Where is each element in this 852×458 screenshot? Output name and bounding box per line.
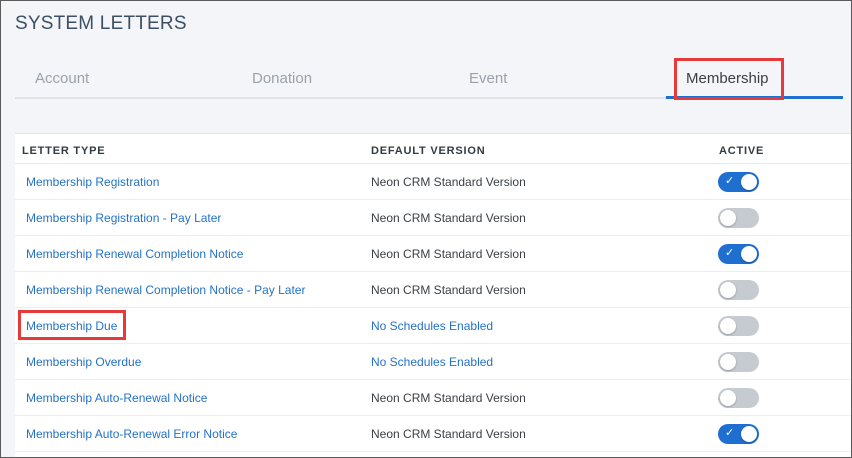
default-version: Neon CRM Standard Version	[371, 247, 526, 261]
table-row: Membership Registration - Pay Later Neon…	[15, 200, 851, 236]
table-row: Membership Overdue No Schedules Enabled …	[15, 344, 851, 380]
table-row: Membership Auto-Renewal Error Notice Neo…	[15, 416, 851, 452]
default-version: Neon CRM Standard Version	[371, 427, 526, 441]
letter-type-link[interactable]: Membership Auto-Renewal Notice	[26, 391, 207, 405]
default-version: Neon CRM Standard Version	[371, 283, 526, 297]
letter-type-link[interactable]: Membership Overdue	[26, 355, 141, 369]
app-frame: SYSTEM LETTERS Account Donation Event Me…	[0, 0, 852, 458]
default-version: Neon CRM Standard Version	[371, 211, 526, 225]
table-row: Membership Renewal Completion Notice - P…	[15, 272, 851, 308]
default-version[interactable]: No Schedules Enabled	[371, 319, 493, 333]
active-toggle[interactable]: ✓	[718, 208, 759, 228]
toggle-knob	[720, 318, 736, 334]
letter-type-link[interactable]: Membership Registration - Pay Later	[26, 211, 221, 225]
active-toggle[interactable]: ✓	[718, 316, 759, 336]
page-title: SYSTEM LETTERS	[15, 13, 187, 34]
letter-type-link[interactable]: Membership Registration	[26, 175, 159, 189]
toggle-knob	[741, 246, 757, 262]
tab-bar: Account Donation Event Membership	[15, 57, 843, 99]
default-version: Neon CRM Standard Version	[371, 391, 526, 405]
table-row: Membership Auto-Renewal Notice Neon CRM …	[15, 380, 851, 416]
active-toggle[interactable]: ✓	[718, 388, 759, 408]
tab-event[interactable]: Event	[469, 57, 507, 97]
table-row: Membership Registration Neon CRM Standar…	[15, 164, 851, 200]
column-header-letter-type: LETTER TYPE	[22, 145, 106, 157]
check-icon: ✓	[725, 175, 735, 187]
active-toggle[interactable]: ✓	[718, 172, 759, 192]
letters-table: LETTER TYPE DEFAULT VERSION ACTIVE Membe…	[15, 133, 851, 457]
toggle-knob	[720, 390, 736, 406]
tab-account[interactable]: Account	[35, 57, 89, 97]
check-icon: ✓	[725, 427, 735, 439]
table-row: Membership Renewal Completion Notice Neo…	[15, 236, 851, 272]
default-version[interactable]: No Schedules Enabled	[371, 355, 493, 369]
toggle-knob	[741, 426, 757, 442]
letter-type-link[interactable]: Membership Renewal Completion Notice - P…	[26, 283, 305, 297]
table-row: Membership Due No Schedules Enabled ✓	[15, 308, 851, 344]
letter-type-link[interactable]: Membership Due	[26, 319, 117, 333]
letter-type-link[interactable]: Membership Renewal Completion Notice	[26, 247, 243, 261]
letter-type-link[interactable]: Membership Auto-Renewal Error Notice	[26, 427, 237, 441]
toggle-knob	[720, 354, 736, 370]
active-toggle[interactable]: ✓	[718, 424, 759, 444]
tab-membership[interactable]: Membership	[686, 57, 769, 97]
toggle-knob	[741, 174, 757, 190]
check-icon: ✓	[725, 247, 735, 259]
active-toggle[interactable]: ✓	[718, 352, 759, 372]
toggle-knob	[720, 210, 736, 226]
table-header: LETTER TYPE DEFAULT VERSION ACTIVE	[15, 134, 851, 164]
tab-donation[interactable]: Donation	[252, 57, 312, 97]
column-header-default-version: DEFAULT VERSION	[371, 145, 486, 157]
toggle-knob	[720, 282, 736, 298]
active-toggle[interactable]: ✓	[718, 244, 759, 264]
active-toggle[interactable]: ✓	[718, 280, 759, 300]
tab-active-indicator	[666, 96, 843, 99]
default-version: Neon CRM Standard Version	[371, 175, 526, 189]
column-header-active: ACTIVE	[719, 145, 765, 157]
